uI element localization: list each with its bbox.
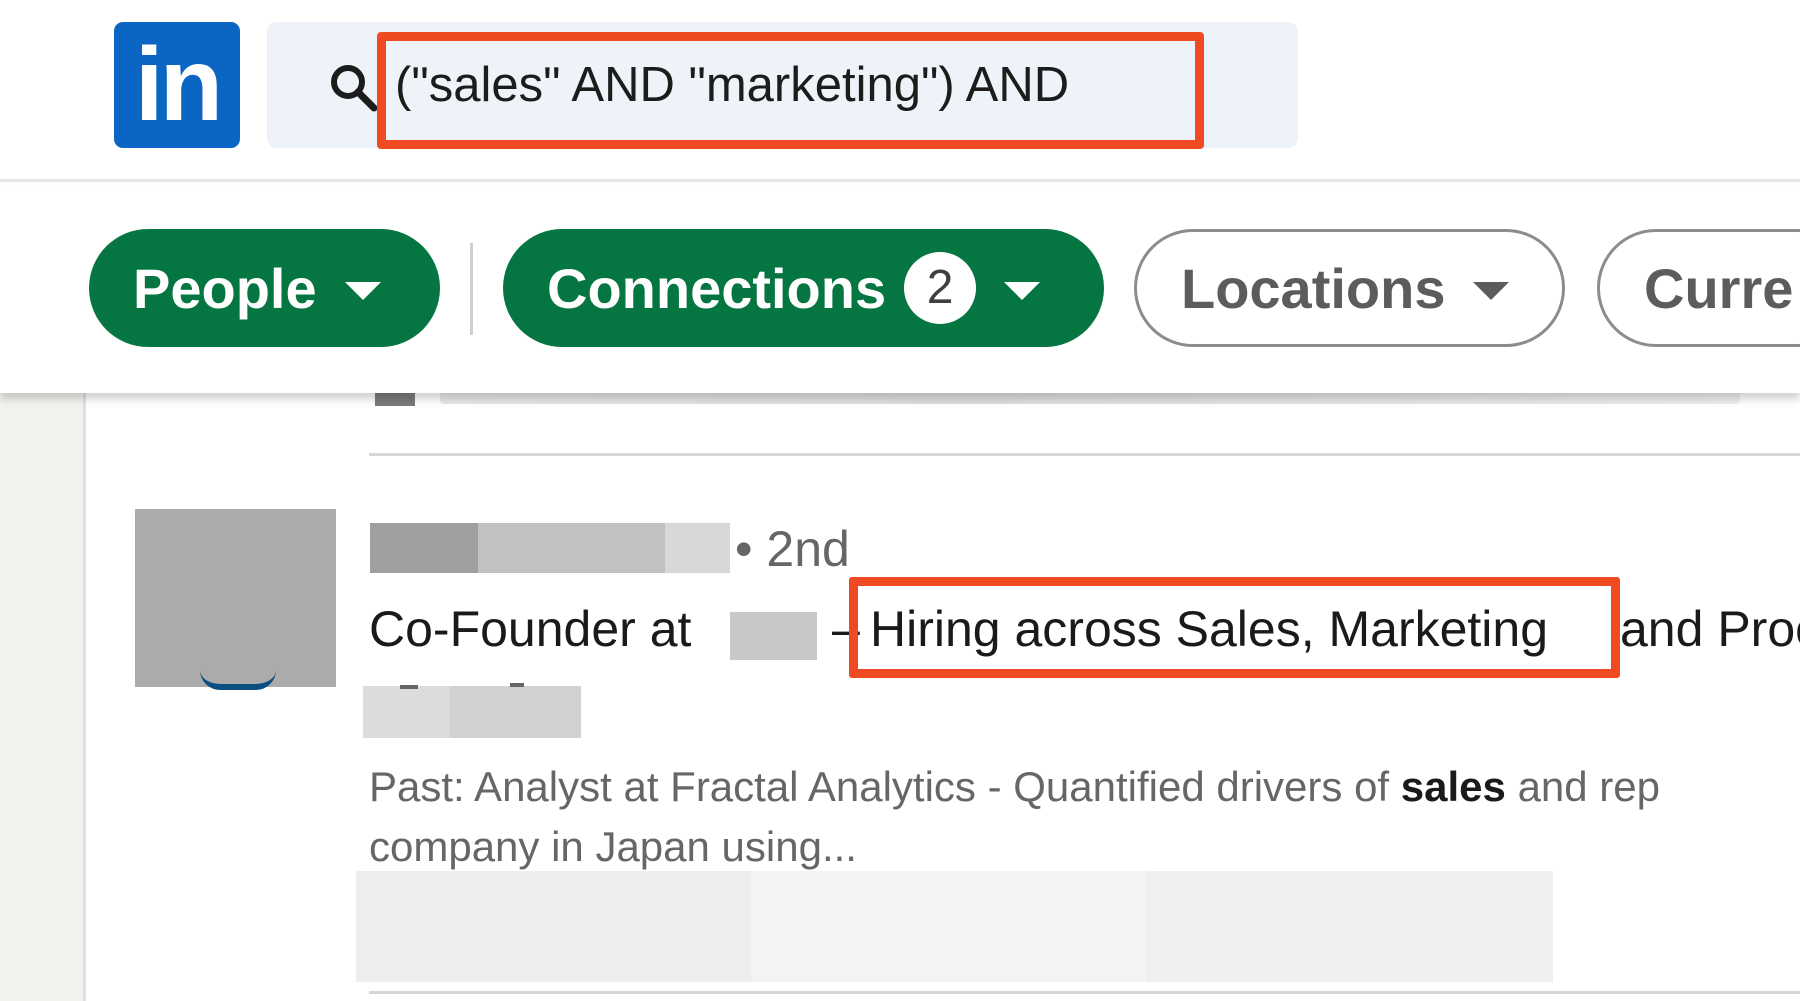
past-prefix: Past: Analyst at Fractal Analytics - Qua… (369, 763, 1390, 810)
filter-current-label: Curre (1644, 256, 1794, 320)
result-location-redacted (363, 686, 581, 738)
filter-connections-button[interactable]: Connections 2 (503, 229, 1104, 347)
filter-current-company-button[interactable]: Curre (1597, 229, 1800, 347)
top-nav-bar: in (0, 0, 1800, 182)
past-keyword-match: sales (1400, 763, 1506, 810)
avatar[interactable] (135, 509, 336, 687)
mutual-connections-redacted (356, 871, 1553, 982)
location-text-fragment (510, 683, 524, 687)
result-headline-highlight: Hiring across Sales, Marketing (870, 601, 1549, 657)
avatar-badge-ring (200, 670, 276, 690)
chevron-down-icon (1473, 282, 1510, 300)
headline-dash: – (832, 601, 860, 657)
filter-people-button[interactable]: People (89, 229, 440, 347)
search-input[interactable] (395, 40, 1155, 130)
past-suffix: and rep (1517, 763, 1661, 810)
filter-divider (470, 243, 473, 335)
result-headline-tail: and Proc (1620, 601, 1800, 657)
connection-degree: • 2nd (735, 521, 850, 577)
connections-count-badge: 2 (904, 252, 977, 324)
linkedin-logo[interactable]: in (114, 22, 240, 148)
search-filter-bar: People Connections 2 Locations Curre (0, 185, 1800, 393)
result-past-position: Past: Analyst at Fractal Analytics - Qua… (369, 763, 1660, 811)
result-past-position-continued: company in Japan using... (369, 823, 857, 870)
left-gutter (0, 393, 86, 1001)
chevron-down-icon (344, 282, 381, 300)
filter-connections-label: Connections (547, 256, 887, 320)
result-divider (369, 453, 1800, 456)
filter-locations-label: Locations (1181, 256, 1446, 320)
filter-people-label: People (133, 256, 317, 320)
location-text-fragment (400, 685, 418, 689)
filter-locations-button[interactable]: Locations (1134, 229, 1565, 347)
chevron-down-icon (1004, 282, 1041, 300)
result-divider (369, 991, 1800, 994)
result-name-redacted[interactable] (370, 523, 730, 573)
result-headline-prefix: Co-Founder at (369, 601, 692, 657)
search-icon (331, 65, 378, 112)
company-name-redacted (730, 612, 817, 660)
